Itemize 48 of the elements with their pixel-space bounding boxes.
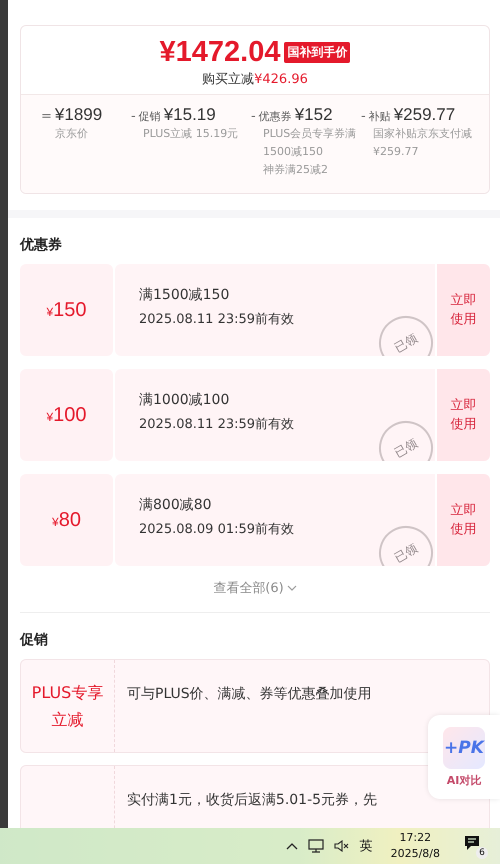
operator-sign: = (41, 109, 52, 124)
chevron-down-icon (286, 585, 297, 591)
network-icon[interactable] (308, 839, 324, 853)
breakdown-amount: ¥15.19 (164, 105, 216, 125)
price-badge: 国补到手价 (284, 42, 350, 63)
coupon-validity: 2025.08.11 23:59前有效 (139, 311, 296, 328)
coupon-amount: ¥100 (46, 404, 87, 426)
breakdown-note: 京东价 (54, 126, 89, 142)
use-now-button[interactable]: 立即使用 (437, 474, 490, 566)
coupon-condition: 满1000减100 (139, 391, 230, 409)
operator-sign: - (131, 109, 136, 124)
promotion-description: 可与PLUS价、满减、券等优惠叠加使用 (126, 685, 372, 704)
operator-sign: - (251, 109, 256, 124)
compare-icon[interactable]: +PK (443, 727, 485, 769)
breakdown-label: 优惠券 (258, 109, 292, 124)
notification-icon[interactable] (464, 835, 480, 851)
section-title: 促销 (20, 631, 49, 649)
ai-compare-label: AI对比 (446, 773, 482, 788)
final-price: ¥1472.04 (160, 36, 280, 69)
coupon-condition: 满800减80 (139, 496, 213, 514)
view-all-link[interactable]: 查看全部(6) (213, 579, 297, 597)
coupon-validity: 2025.08.09 01:59前有效 (139, 521, 296, 538)
breakdown-label: 补贴 (368, 109, 391, 124)
breakdown-amount: ¥1899 (54, 105, 102, 125)
saving-text: 购买立减¥426.96 (202, 71, 308, 88)
breakdown-note: PLUS会员专享券满1500减150 (262, 126, 357, 160)
clock-date[interactable]: 2025/8/8 (390, 846, 440, 862)
operator-sign: - (361, 109, 366, 124)
use-now-button[interactable]: 立即使用 (437, 264, 490, 356)
coupon-amount: ¥80 (52, 508, 81, 532)
notification-count: 6 (476, 847, 488, 859)
section-title: 优惠券 (20, 236, 63, 254)
breakdown-note: 神券满25减2 (262, 162, 329, 178)
clock-time[interactable]: 17:22 (399, 830, 432, 846)
muted-speaker-icon[interactable] (334, 840, 350, 852)
use-now-button[interactable]: 立即使用 (437, 369, 490, 461)
breakdown-amount: ¥259.77 (394, 105, 456, 125)
coupon-amount: ¥150 (46, 298, 87, 322)
breakdown-amount: ¥152 (294, 105, 333, 125)
breakdown-note: 国家补贴京东支付减¥259.77 (372, 126, 473, 160)
coupon-condition: 满1500减150 (139, 286, 230, 304)
promotion-tag: PLUS专享立减 (28, 679, 108, 733)
breakdown-label: 促销 (138, 109, 161, 124)
promotion-description: 实付满1元，收货后返满5.01-5元券，先 (126, 791, 378, 810)
input-method-indicator[interactable]: 英 (360, 837, 373, 855)
breakdown-note: PLUS立减 15.19元 (142, 126, 240, 142)
chevron-up-icon[interactable] (286, 842, 298, 850)
coupon-validity: 2025.08.11 23:59前有效 (139, 416, 296, 433)
